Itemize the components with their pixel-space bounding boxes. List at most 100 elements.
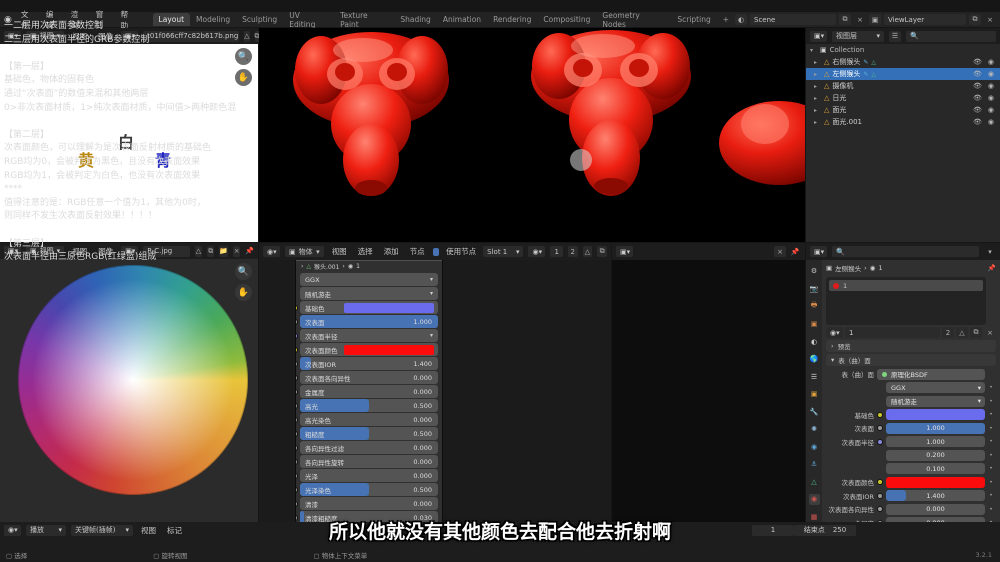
outliner-item-1[interactable]: ▸ △ 左侧猴头 ✎ △ 👁 ◉	[806, 68, 1000, 80]
properties-tab-modifier-icon[interactable]: 🔧	[809, 407, 820, 418]
zoom-icon-2[interactable]: 🔍	[235, 263, 252, 280]
node-socket[interactable]	[296, 318, 298, 325]
node-prop-3[interactable]: 次表面颜色	[296, 343, 438, 356]
node-socket[interactable]	[296, 332, 298, 339]
properties-color-swatch[interactable]	[886, 409, 985, 420]
eye-icon[interactable]: 👁	[973, 70, 982, 78]
animate-property-dot[interactable]: •	[988, 384, 994, 391]
outliner-item-2[interactable]: ▸ △ 摄像机 👁 ◉	[806, 80, 1000, 92]
properties-tab-scene-icon[interactable]: ◐	[809, 337, 820, 348]
node-socket[interactable]	[296, 402, 298, 409]
unlink-x-icon[interactable]: ×	[984, 327, 996, 338]
properties-row-9[interactable]: 次表面各向异性 0.000 •	[822, 503, 994, 515]
animate-property-dot[interactable]: •	[988, 452, 994, 459]
material-slot-list[interactable]: 1	[826, 277, 986, 325]
properties-tab-data-icon[interactable]: △	[809, 477, 820, 488]
outliner-tree[interactable]: ▾ ▣ Collection ▸ △ 右侧猴头 ✎ △ 👁 ◉ ▸ △ 左侧猴头 ✎ △ 👁 ◉ ▸ △ 摄像机…	[806, 44, 1000, 242]
node-socket[interactable]	[296, 304, 298, 311]
chevron-down-icon[interactable]: ▾	[430, 332, 438, 339]
modifier-icon[interactable]: ✎	[863, 59, 868, 66]
node-socket[interactable]	[296, 500, 298, 507]
node-socket[interactable]	[296, 346, 298, 353]
properties-slider[interactable]: 0.000	[886, 503, 985, 515]
properties-color-swatch[interactable]	[886, 476, 985, 488]
properties-row-1[interactable]: 随机游走 ▾ •	[822, 395, 994, 407]
node-socket[interactable]	[296, 416, 298, 423]
properties-tab-collection-icon[interactable]: ☰	[809, 372, 820, 383]
properties-tab-tool-icon[interactable]: ⚙	[809, 266, 820, 277]
node-prop-0[interactable]: 基础色	[296, 301, 438, 314]
properties-dropdown[interactable]: GGX ▾	[886, 382, 985, 393]
properties-tab-viewlayer-icon[interactable]: ▣	[809, 319, 820, 330]
animate-property-dot[interactable]: •	[988, 398, 994, 405]
properties-tab-output-icon[interactable]: 🖶	[809, 301, 820, 312]
expand-arrow-icon[interactable]: ▸	[814, 119, 821, 126]
principled-bsdf-node[interactable]: GGX › △ 猴头.001 › ◉ 1 GGX ▾ 随机游走 ▾	[295, 260, 443, 522]
properties-tab-particles-icon[interactable]: ✺	[809, 424, 820, 435]
properties-number-field[interactable]: 1.000	[886, 436, 985, 447]
chevron-down-icon[interactable]: ▾	[810, 47, 817, 54]
camera-icon[interactable]: ◉	[988, 58, 994, 66]
node-socket[interactable]	[296, 374, 298, 381]
text-editor-icon[interactable]: ▣▾	[616, 246, 633, 257]
expand-arrow-icon[interactable]: ▸	[814, 95, 821, 102]
text-close-icon[interactable]: ×	[774, 246, 786, 257]
properties-tab-world-icon[interactable]: 🌎	[809, 354, 820, 365]
node-prop-5[interactable]: 次表面各向异性 0.000	[296, 371, 438, 384]
material-users-count[interactable]: 2	[567, 246, 578, 257]
properties-tab-constraint-icon[interactable]: ⚓	[809, 459, 820, 470]
viewlayer-icon[interactable]: ▣	[869, 14, 882, 25]
image-editor-bottom-canvas[interactable]: 🔍 ✋	[0, 259, 258, 522]
animate-property-dot[interactable]: •	[988, 465, 994, 472]
surface-shader-field[interactable]: 原理化BSDF	[877, 368, 985, 380]
outliner-display-mode[interactable]: 视图层 ▾	[832, 30, 884, 42]
node-prop-12[interactable]: 光泽 0.000	[296, 469, 438, 482]
node-prop-2[interactable]: 次表面半径 ▾	[296, 329, 438, 342]
node-prop-4[interactable]: 次表面IOR 1.400	[296, 357, 438, 370]
expand-arrow-icon[interactable]: ▸	[814, 71, 821, 78]
properties-number-field[interactable]: 0.200	[886, 449, 985, 461]
material-browse-icon[interactable]: ◉▾	[528, 246, 546, 257]
material-browse-icon-2[interactable]: ◉▾	[826, 327, 843, 338]
outliner-search-input[interactable]: 🔍	[906, 30, 996, 42]
scene-duplicate-icon[interactable]: ⧉	[839, 14, 852, 25]
material-users-count-2[interactable]: 2	[942, 327, 954, 338]
node-prop-9[interactable]: 粗糙度 0.500	[296, 427, 438, 440]
text-editor-canvas[interactable]	[612, 260, 805, 522]
properties-tab-physics-icon[interactable]: ◉	[809, 442, 820, 453]
material-data-icon[interactable]: △	[871, 71, 876, 78]
properties-body[interactable]: ▣ 左侧猴头 › ◉ 1 📌 1 ◉▾ 1 2 △ ⧉ × › 预览 ▾ 表（曲…	[822, 260, 1000, 522]
node-prop-13[interactable]: 光泽染色 0.500	[296, 483, 438, 496]
node-prop-14[interactable]: 清漆 0.000	[296, 497, 438, 510]
properties-row-4[interactable]: 次表面半径 1.000 •	[822, 436, 994, 448]
node-distribution-dropdown[interactable]: GGX ▾	[300, 273, 438, 286]
properties-tab-object-icon[interactable]: ▣	[809, 389, 820, 400]
outliner-item-5[interactable]: ▸ △ 面光.001 👁 ◉	[806, 116, 1000, 128]
animate-property-dot[interactable]: •	[988, 479, 994, 486]
workspace-tab-compositing[interactable]: Compositing	[537, 13, 596, 26]
properties-row-8[interactable]: 次表面IOR 1.400 •	[822, 490, 994, 502]
material-data-icon[interactable]: △	[871, 59, 876, 66]
node-prop-10[interactable]: 各向异性过滤 0.000	[296, 441, 438, 454]
properties-slider[interactable]: 1.000	[886, 422, 985, 434]
properties-search-input[interactable]: 🔍	[832, 246, 979, 257]
animate-property-dot[interactable]: •	[988, 438, 994, 445]
workspace-tab-scripting[interactable]: Scripting	[671, 13, 716, 26]
shield-icon-3[interactable]: △	[582, 246, 593, 257]
properties-pin-icon[interactable]: 📌	[988, 264, 996, 272]
color-swatch[interactable]	[344, 302, 434, 313]
node-subsurface-method-dropdown[interactable]: 随机游走 ▾	[300, 287, 438, 300]
outliner-item-0[interactable]: ▸ △ 右侧猴头 ✎ △ 👁 ◉	[806, 56, 1000, 68]
color-swatch[interactable]	[344, 344, 434, 355]
copy-icon-4[interactable]: ⧉	[970, 327, 982, 338]
node-prop-1[interactable]: 次表面 1.000	[296, 315, 438, 328]
animate-property-dot[interactable]: •	[988, 411, 994, 418]
section-surface[interactable]: ▾ 表（曲）面	[826, 354, 996, 366]
outliner-item-3[interactable]: ▸ △ 日光 👁 ◉	[806, 92, 1000, 104]
hand-icon-2[interactable]: ✋	[235, 284, 252, 301]
node-socket[interactable]	[296, 486, 298, 493]
modifier-icon[interactable]: ✎	[863, 71, 868, 78]
camera-icon[interactable]: ◉	[988, 82, 994, 90]
camera-icon[interactable]: ◉	[988, 106, 994, 114]
workspace-tab-add[interactable]: +	[717, 13, 735, 26]
